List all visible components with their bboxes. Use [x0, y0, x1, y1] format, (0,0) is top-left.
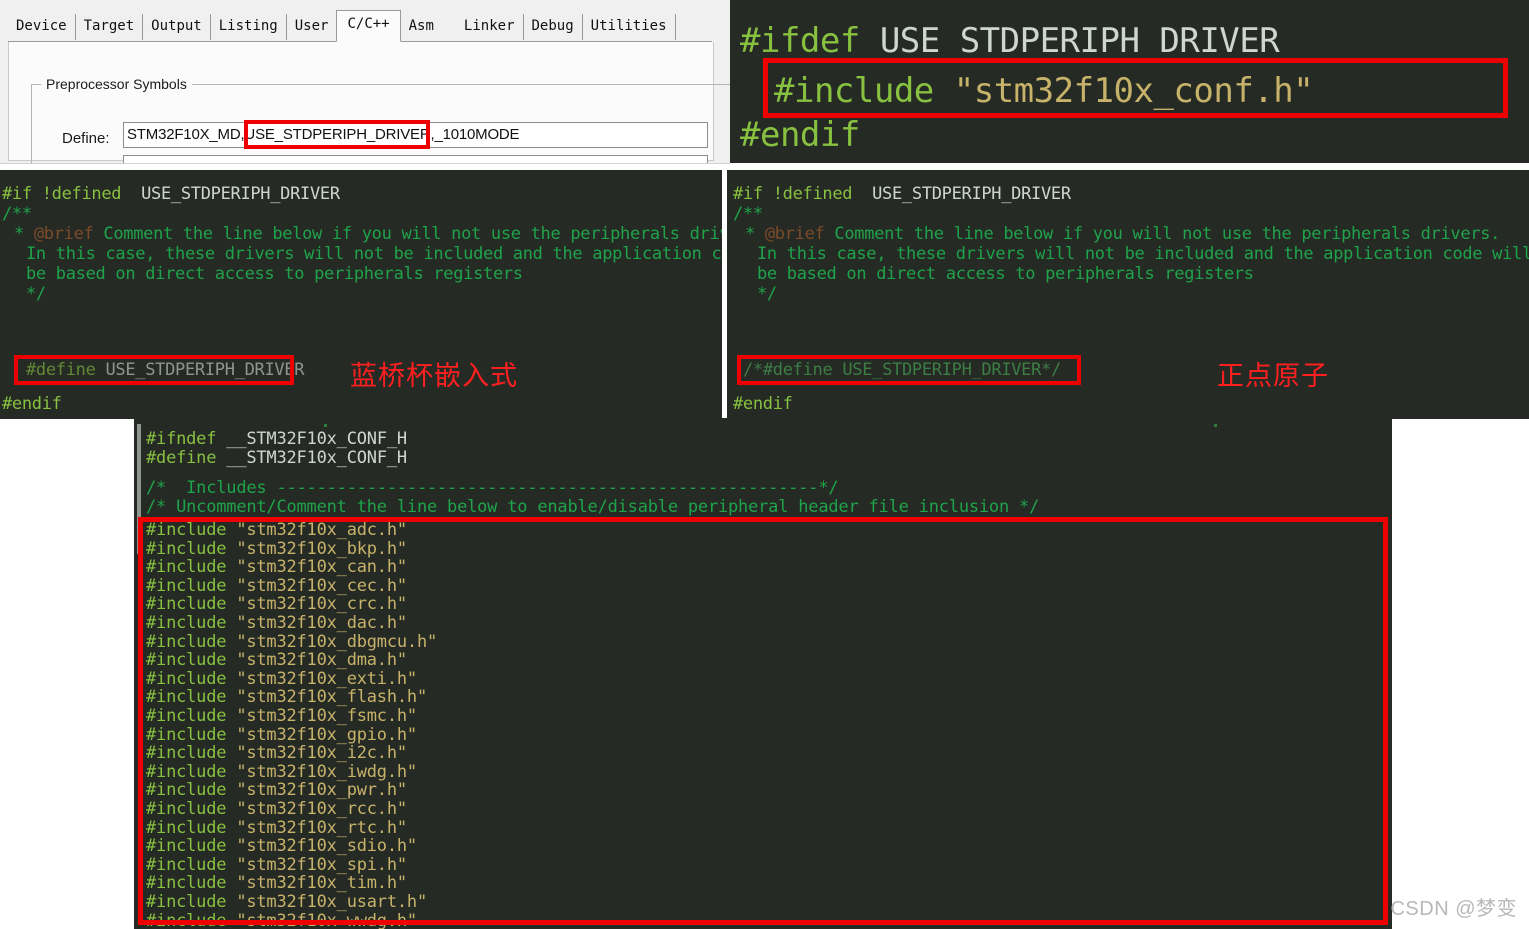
- annotation-box-define-right: [737, 355, 1081, 385]
- token-comment: Comment the line below if you will not u…: [103, 224, 722, 244]
- token-comment: be based on direct access to peripherals…: [757, 264, 1254, 284]
- annotation-note-left: 蓝桥杯嵌入式: [350, 361, 518, 392]
- undefine-input[interactable]: [123, 155, 708, 163]
- token-comment-star: *: [745, 224, 755, 244]
- token-endif: #endif: [2, 394, 62, 414]
- token-comment: In this case, these drivers will not be …: [26, 244, 722, 264]
- code-line-comment-open: /**: [2, 204, 32, 224]
- tab-utilities[interactable]: Utilities: [582, 14, 676, 40]
- token-ifndef: #ifndef: [146, 429, 217, 449]
- token-guard-name: __STM32F10x_CONF_H: [226, 448, 407, 468]
- code-line-endif: #endif: [2, 394, 62, 414]
- define-input[interactable]: STM32F10X_MD,USE_STDPERIPH_DRIVER,_1010M…: [123, 122, 708, 148]
- code-line-if-not-defined: #if !defined USE_STDPERIPH_DRIVER: [733, 184, 1071, 204]
- tab-output[interactable]: Output: [143, 14, 211, 40]
- token-comment: */: [26, 284, 46, 304]
- tab-device[interactable]: Device: [8, 14, 76, 40]
- tab-target[interactable]: Target: [75, 14, 144, 40]
- token-macro-name: USE_STDPERIPH_DRIVER: [141, 184, 340, 204]
- annotation-box-include-list: [138, 517, 1388, 925]
- code-line-comment-3: be based on direct access to peripherals…: [757, 264, 1254, 284]
- code-line-if-not-defined: #if !defined USE_STDPERIPH_DRIVER: [2, 184, 340, 204]
- token-comment: In this case, these drivers will not be …: [757, 244, 1529, 264]
- options-tabstrip: Device Target Output Listing User C/C++ …: [8, 10, 676, 42]
- token-comment: /* Includes ----------------------------…: [146, 478, 839, 498]
- token-macro-name: USE_STDPERIPH_DRIVER: [879, 21, 1280, 61]
- token-doc-tag: @brief: [764, 224, 825, 244]
- annotation-box-define-left: [14, 355, 294, 385]
- token-comment: be based on direct access to peripherals…: [26, 264, 523, 284]
- tab-user[interactable]: User: [286, 14, 337, 40]
- token-doc-tag: @brief: [33, 224, 94, 244]
- code-line-comment-2: In this case, these drivers will not be …: [757, 244, 1529, 264]
- token-comment: */: [757, 284, 777, 304]
- code-line-ifndef: #ifndef __STM32F10x_CONF_H: [146, 430, 407, 449]
- token-macro-name: USE_STDPERIPH_DRIVER: [872, 184, 1071, 204]
- code-panel-right-define-commented: #if !defined USE_STDPERIPH_DRIVER /** * …: [727, 170, 1529, 419]
- code-line-comment-close: */: [757, 284, 777, 304]
- token-if-defined: #if !defined: [2, 184, 122, 204]
- code-line-comment-2: In this case, these drivers will not be …: [26, 244, 722, 264]
- token-comment: /**: [733, 204, 763, 224]
- code-line-comment-3: be based on direct access to peripherals…: [26, 264, 523, 284]
- token-define: #define: [146, 448, 217, 468]
- tab-debug[interactable]: Debug: [523, 14, 583, 40]
- token-guard-name: __STM32F10x_CONF_H: [226, 429, 407, 449]
- annotation-note-right: 正点原子: [1217, 361, 1329, 392]
- token-comment: Comment the line below if you will not u…: [834, 224, 1501, 244]
- token-comment: /**: [2, 204, 32, 224]
- code-line-brief: * @brief Comment the line below if you w…: [745, 224, 1500, 244]
- token-ifdef: #ifdef: [740, 21, 860, 61]
- tab-asm[interactable]: Asm: [400, 14, 442, 40]
- code-line-define-guard: #define __STM32F10x_CONF_H: [146, 449, 407, 468]
- tab-c-cpp[interactable]: C/C++: [336, 10, 401, 42]
- keil-options-dialog: Device Target Output Listing User C/C++ …: [0, 0, 730, 164]
- token-endif: #endif: [740, 115, 860, 155]
- tab-listing[interactable]: Listing: [210, 14, 287, 40]
- code-line-comment-open: /**: [733, 204, 763, 224]
- code-panel-stm32f10x-h: #ifdef USE_STDPERIPH_DRIVER #include "st…: [730, 0, 1529, 163]
- tab-linker[interactable]: Linker: [455, 14, 524, 40]
- define-input-value: STM32F10X_MD,USE_STDPERIPH_DRIVER,_1010M…: [127, 126, 520, 143]
- code-line-uncomment-hint: /* Uncomment/Comment the line below to e…: [146, 498, 1039, 517]
- code-line-brief: * @brief Comment the line below if you w…: [14, 224, 722, 244]
- define-label: Define:: [62, 130, 110, 147]
- code-panel-left-define-enabled: #if !defined USE_STDPERIPH_DRIVER /** * …: [0, 170, 722, 419]
- token-endif: #endif: [733, 394, 793, 414]
- code-panel-stm32f10x-conf-h: #ifndef __STM32F10x_CONF_H #define __STM…: [134, 418, 1392, 929]
- preprocessor-symbols-legend: Preprocessor Symbols: [41, 76, 192, 92]
- token-if-defined: #if !defined: [733, 184, 853, 204]
- code-line-comment-close: */: [26, 284, 46, 304]
- csdn-watermark: CSDN @梦变: [1390, 898, 1517, 920]
- token-comment-star: *: [14, 224, 24, 244]
- code-line-includes-banner: /* Includes ----------------------------…: [146, 478, 839, 498]
- code-line-endif: #endif: [733, 394, 793, 414]
- token-comment: /* Uncomment/Comment the line below to e…: [146, 497, 1040, 517]
- annotation-box-include: [763, 58, 1508, 118]
